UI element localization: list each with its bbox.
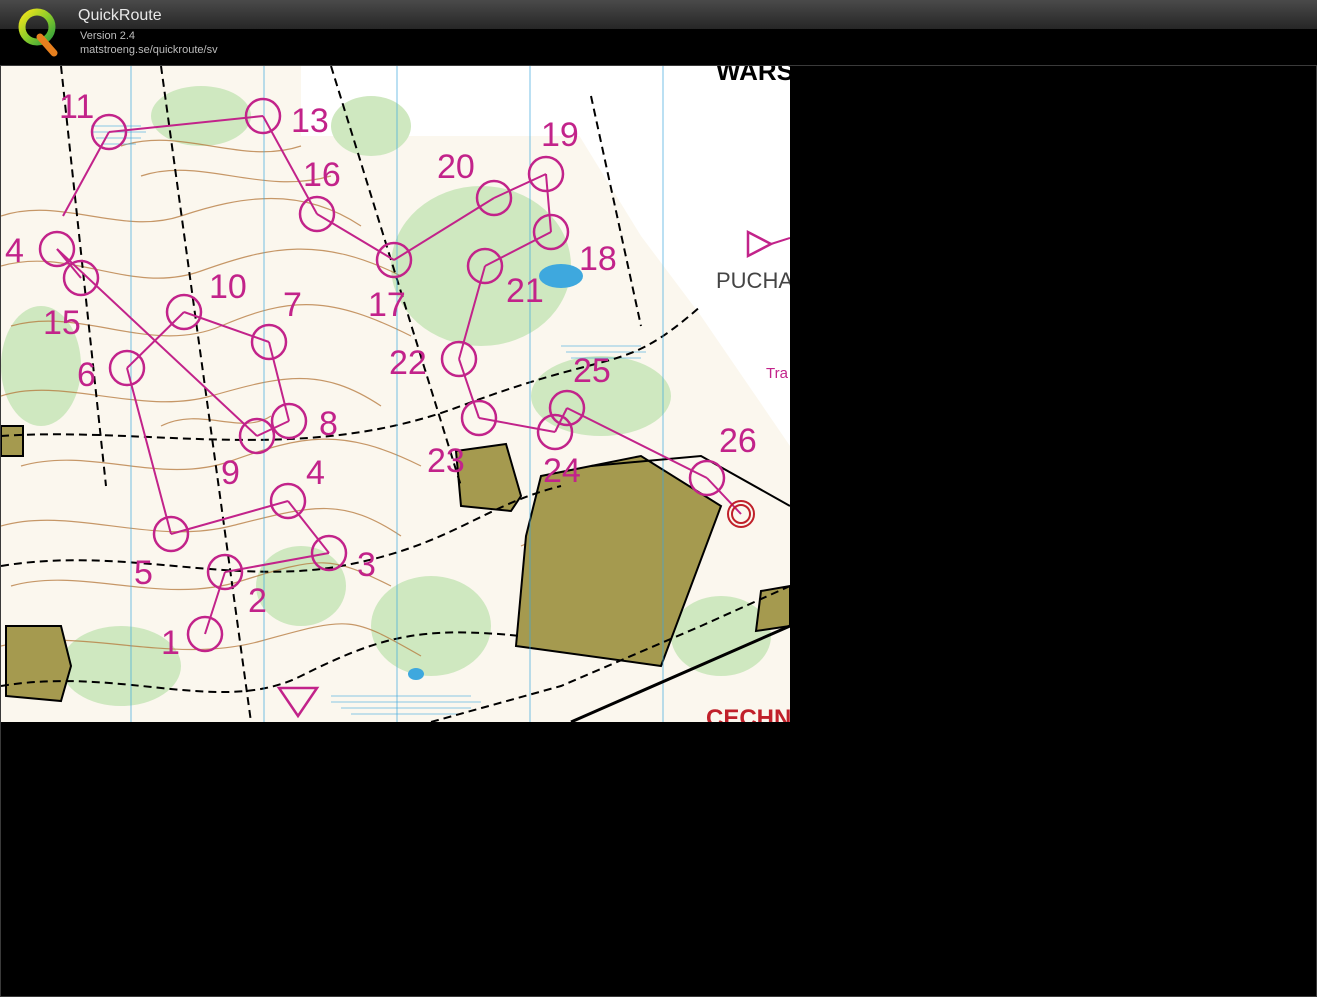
control-number-16: 16 bbox=[303, 156, 341, 194]
orienteering-map[interactable]: 1 2 3 4 4 5 6 7 8 9 10 11 13 15 16 17 18 19 20 21 22 23 24 25 26… bbox=[1, 66, 790, 722]
control-number-20: 20 bbox=[437, 148, 475, 186]
control-number-7: 7 bbox=[283, 286, 302, 324]
control-number-4: 4 bbox=[306, 454, 325, 492]
control-number-26: 26 bbox=[719, 422, 757, 460]
control-number-15: 15 bbox=[43, 304, 81, 342]
map-panel-border bbox=[0, 66, 1, 997]
control-number-2: 2 bbox=[248, 582, 267, 620]
start-triangle-icon bbox=[276, 686, 320, 719]
control-number-11: 11 bbox=[59, 88, 94, 126]
control-number-25: 25 bbox=[573, 352, 611, 390]
course-leg bbox=[458, 358, 480, 419]
map-label-cechn: CECHN bbox=[706, 705, 790, 722]
control-number-4: 4 bbox=[5, 232, 24, 270]
control-number-23: 23 bbox=[427, 442, 465, 480]
control-number-5: 5 bbox=[134, 554, 153, 592]
course-leg bbox=[56, 248, 82, 279]
control-number-24: 24 bbox=[543, 452, 581, 490]
control-number-13: 13 bbox=[291, 102, 329, 140]
control-number-6: 6 bbox=[77, 356, 96, 394]
control-number-22: 22 bbox=[389, 344, 427, 382]
course-leg bbox=[126, 367, 172, 535]
control-number-9: 9 bbox=[221, 454, 240, 492]
course-leg bbox=[316, 213, 395, 261]
control-number-3: 3 bbox=[357, 546, 376, 584]
app-version: Version 2.4 bbox=[80, 30, 136, 42]
control-number-17: 17 bbox=[368, 286, 406, 324]
map-canvas[interactable]: 12344567891011 13151617181920212223 242526… bbox=[1, 66, 790, 722]
control-number-18: 18 bbox=[579, 240, 617, 278]
app-title: QuickRoute bbox=[78, 7, 162, 24]
map-label-tra: Tra bbox=[766, 365, 789, 382]
app-url-link[interactable]: matstroeng.se/quickroute/sv bbox=[80, 44, 218, 56]
control-number-8: 8 bbox=[319, 405, 338, 443]
control-number-1: 1 bbox=[161, 624, 180, 662]
control-number-21: 21 bbox=[506, 272, 544, 310]
quickroute-logo-icon bbox=[18, 8, 58, 57]
map-label-wars: WARS bbox=[716, 66, 790, 86]
control-number-19: 19 bbox=[541, 116, 579, 154]
map-label-pucha: PUCHA bbox=[716, 268, 790, 293]
course-leg bbox=[204, 571, 226, 635]
control-number-10: 10 bbox=[209, 268, 247, 306]
title-bar bbox=[0, 0, 1317, 29]
